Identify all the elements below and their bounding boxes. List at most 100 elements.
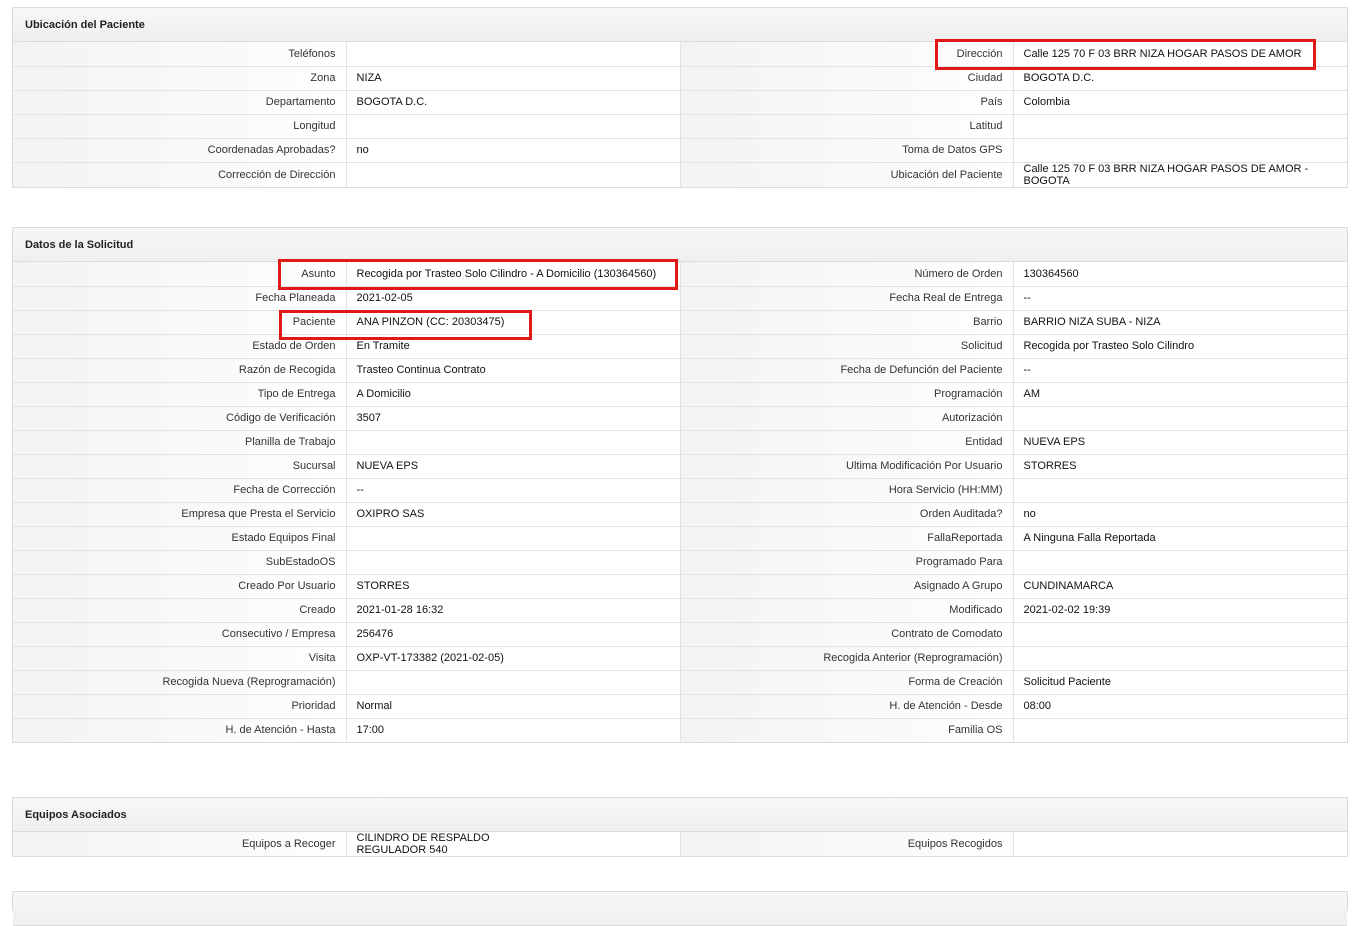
field-label: H. de Atención - Hasta (13, 717, 347, 742)
field-value: AM (1013, 381, 1347, 406)
field-label: Ciudad (680, 65, 1014, 90)
field-value: Solicitud Paciente (1013, 669, 1347, 694)
field-label: Teléfonos (13, 42, 347, 66)
field-value: 3507 (346, 405, 681, 430)
table-row: Tipo de Entrega A Domicilio Programación AM (13, 381, 1347, 406)
section-table: Teléfonos Dirección Calle 125 70 F 03 BRR … (13, 42, 1347, 187)
section-next (12, 891, 1348, 926)
field-value: BOGOTA D.C. (346, 89, 681, 114)
field-label: Coordenadas Aprobadas? (13, 137, 347, 162)
field-label: Ubicación del Paciente (680, 161, 1014, 187)
table-row: Creado Por Usuario STORRES Asignado A Grup… (13, 573, 1347, 598)
field-label: Sucursal (13, 453, 347, 478)
field-value: Trasteo Continua Contrato (346, 357, 681, 382)
section-title: Equipos Asociados (13, 798, 1347, 832)
field-label: Toma de Datos GPS (680, 137, 1014, 162)
field-label: Planilla de Trabajo (13, 429, 347, 454)
field-label: Equipos a Recoger (13, 832, 347, 856)
table-row: Creado 2021-01-28 16:32 Modificado 2021-02-… (13, 597, 1347, 622)
field-label: Familia OS (680, 717, 1014, 742)
section-ubicacion-paciente: Ubicación del Paciente Teléfonos Direcció… (12, 7, 1348, 188)
field-label: Hora Servicio (HH:MM) (680, 477, 1014, 502)
field-label: Contrato de Comodato (680, 621, 1014, 646)
table-row: Teléfonos Dirección Calle 125 70 F 03 BRR … (13, 42, 1347, 66)
field-label: Asunto (13, 262, 347, 286)
field-label: FallaReportada (680, 525, 1014, 550)
field-value: A Domicilio (346, 381, 681, 406)
field-value (1013, 717, 1347, 742)
field-label: Equipos Recogidos (680, 832, 1014, 856)
field-value (346, 113, 681, 138)
field-value: Recogida por Trasteo Solo Cilindro (1013, 333, 1347, 358)
field-value (346, 549, 681, 574)
table-row: SubEstadoOS Programado Para (13, 549, 1347, 574)
field-value: no (346, 137, 681, 162)
table-row: Corrección de Dirección Ubicación del Pac… (13, 161, 1347, 187)
field-label: Programado Para (680, 549, 1014, 574)
field-value (1013, 621, 1347, 646)
field-label: Orden Auditada? (680, 501, 1014, 526)
table-row: Departamento BOGOTA D.C. País Colombia (13, 89, 1347, 114)
field-value: NUEVA EPS (1013, 429, 1347, 454)
table-row: Estado Equipos Final FallaReportada A Ning… (13, 525, 1347, 550)
field-label: Recogida Nueva (Reprogramación) (13, 669, 347, 694)
section-title: Ubicación del Paciente (13, 8, 1347, 42)
field-value: no (1013, 501, 1347, 526)
field-label: Prioridad (13, 693, 347, 718)
field-value: -- (1013, 357, 1347, 382)
table-row: Visita OXP-VT-173382 (2021-02-05) Recogida… (13, 645, 1347, 670)
field-label: Fecha Real de Entrega (680, 285, 1014, 310)
table-row: H. de Atención - Hasta 17:00 Familia OS (13, 717, 1347, 742)
table-row: Código de Verificación 3507 Autorización (13, 405, 1347, 430)
field-value: ANA PINZON (CC: 20303475) (346, 309, 681, 334)
field-value (346, 42, 681, 66)
field-value: 130364560 (1023, 267, 1079, 280)
field-value (1013, 405, 1347, 430)
field-label: País (680, 89, 1014, 114)
field-label: Tipo de Entrega (13, 381, 347, 406)
table-row: Planilla de Trabajo Entidad NUEVA EPS (13, 429, 1347, 454)
field-value (346, 525, 681, 550)
table-row: Fecha Planeada 2021-02-05 Fecha Real de E… (13, 285, 1347, 310)
field-label: Fecha de Corrección (13, 477, 347, 502)
table-row: Recogida Nueva (Reprogramación) Forma de … (13, 669, 1347, 694)
field-value: BOGOTA D.C. (1013, 65, 1347, 90)
section-table: Asunto Recogida por Trasteo Solo Cilindro… (13, 262, 1347, 742)
table-row: Fecha de Corrección -- Hora Servicio (HH:… (13, 477, 1347, 502)
field-value (1013, 645, 1347, 670)
field-label: Programación (680, 381, 1014, 406)
field-value: 256476 (346, 621, 681, 646)
field-label: Estado Equipos Final (13, 525, 347, 550)
field-label: Autorización (680, 405, 1014, 430)
field-label: Recogida Anterior (Reprogramación) (680, 645, 1014, 670)
field-label: Departamento (13, 89, 347, 114)
field-label: Entidad (680, 429, 1014, 454)
table-row: Razón de Recogida Trasteo Continua Contra… (13, 357, 1347, 382)
field-value: Calle 125 70 F 03 BRR NIZA HOGAR PASOS D… (1013, 161, 1347, 187)
table-row: Equipos a Recoger CILINDRO DE RESPALDO REG… (13, 832, 1347, 856)
table-row: Empresa que Presta el Servicio OXIPRO SAS… (13, 501, 1347, 526)
field-value: 2021-02-02 19:39 (1013, 597, 1347, 622)
section-table: Equipos a Recoger CILINDRO DE RESPALDO REG… (13, 832, 1347, 856)
field-value (1013, 549, 1347, 574)
field-label: SubEstadoOS (13, 549, 347, 574)
field-label: Zona (13, 65, 347, 90)
field-value: 08:00 (1013, 693, 1347, 718)
field-label: Razón de Recogida (13, 357, 347, 382)
field-label: Estado de Orden (13, 333, 347, 358)
table-row: Asunto Recogida por Trasteo Solo Cilindro… (13, 262, 1347, 286)
field-value: CUNDINAMARCA (1013, 573, 1347, 598)
field-value: En Tramite (346, 333, 681, 358)
field-label: Dirección (680, 42, 1014, 66)
field-value: 2021-01-28 16:32 (346, 597, 681, 622)
field-value (1013, 832, 1347, 856)
table-row: Zona NIZA Ciudad BOGOTA D.C. (13, 65, 1347, 90)
table-row: Paciente ANA PINZON (CC: 20303475) Barrio B… (13, 309, 1347, 334)
field-label: Ultima Modificación Por Usuario (680, 453, 1014, 478)
field-value: 17:00 (346, 717, 681, 742)
field-value: STORRES (1013, 453, 1347, 478)
field-label: Forma de Creación (680, 669, 1014, 694)
table-row: Prioridad Normal H. de Atención - Desde 08:… (13, 693, 1347, 718)
field-value: NIZA (346, 65, 681, 90)
section-equipos-asociados: Equipos Asociados Equipos a Recoger CILIN… (12, 797, 1348, 857)
